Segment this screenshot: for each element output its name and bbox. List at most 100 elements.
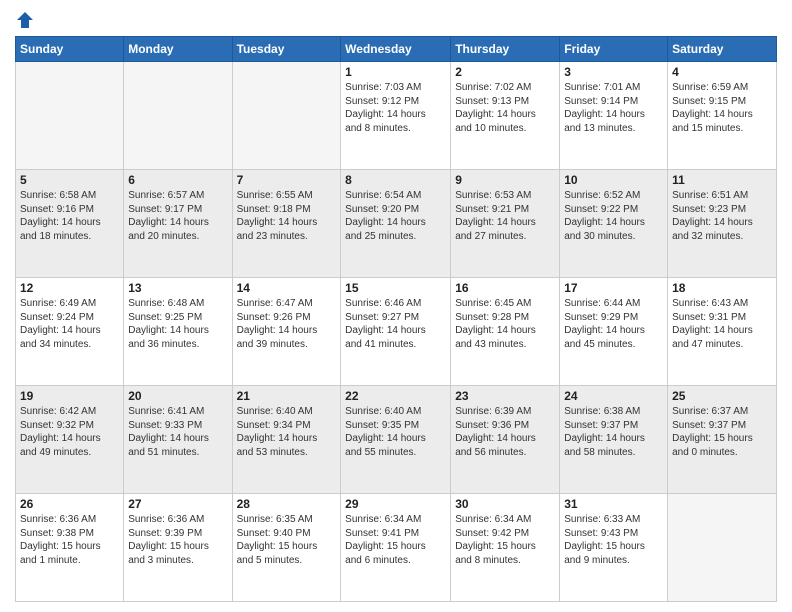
day-info: Sunrise: 6:58 AM Sunset: 9:16 PM Dayligh…	[20, 189, 119, 243]
day-info: Sunrise: 6:52 AM Sunset: 9:22 PM Dayligh…	[564, 189, 663, 243]
day-info: Sunrise: 6:46 AM Sunset: 9:27 PM Dayligh…	[345, 297, 446, 351]
calendar-cell	[232, 62, 341, 170]
day-number: 1	[345, 65, 446, 79]
calendar-week-row: 5 Sunrise: 6:58 AM Sunset: 9:16 PM Daylig…	[16, 170, 777, 278]
weekday-header: Friday	[560, 37, 668, 62]
day-number: 7	[237, 173, 337, 187]
logo-icon	[15, 10, 35, 30]
day-info: Sunrise: 6:36 AM Sunset: 9:38 PM Dayligh…	[20, 513, 119, 567]
calendar-cell: 4 Sunrise: 6:59 AM Sunset: 9:15 PM Daylig…	[668, 62, 777, 170]
day-number: 2	[455, 65, 555, 79]
day-info: Sunrise: 6:42 AM Sunset: 9:32 PM Dayligh…	[20, 405, 119, 459]
weekday-header: Monday	[124, 37, 232, 62]
calendar-cell: 28 Sunrise: 6:35 AM Sunset: 9:40 PM Dayli…	[232, 494, 341, 602]
day-info: Sunrise: 6:41 AM Sunset: 9:33 PM Dayligh…	[128, 405, 227, 459]
day-info: Sunrise: 6:35 AM Sunset: 9:40 PM Dayligh…	[237, 513, 337, 567]
day-info: Sunrise: 6:39 AM Sunset: 9:36 PM Dayligh…	[455, 405, 555, 459]
logo	[15, 10, 37, 30]
day-info: Sunrise: 6:38 AM Sunset: 9:37 PM Dayligh…	[564, 405, 663, 459]
day-info: Sunrise: 6:43 AM Sunset: 9:31 PM Dayligh…	[672, 297, 772, 351]
day-info: Sunrise: 6:33 AM Sunset: 9:43 PM Dayligh…	[564, 513, 663, 567]
calendar-cell	[16, 62, 124, 170]
calendar-cell: 11 Sunrise: 6:51 AM Sunset: 9:23 PM Dayli…	[668, 170, 777, 278]
day-info: Sunrise: 6:54 AM Sunset: 9:20 PM Dayligh…	[345, 189, 446, 243]
day-info: Sunrise: 6:48 AM Sunset: 9:25 PM Dayligh…	[128, 297, 227, 351]
day-number: 26	[20, 497, 119, 511]
calendar-cell: 30Sunrise: 6:34 AM Sunset: 9:42 PM Dayli…	[451, 494, 560, 602]
calendar-cell: 31 Sunrise: 6:33 AM Sunset: 9:43 PM Dayli…	[560, 494, 668, 602]
day-number: 12	[20, 281, 119, 295]
day-number: 10	[564, 173, 663, 187]
calendar-cell: 26 Sunrise: 6:36 AM Sunset: 9:38 PM Dayli…	[16, 494, 124, 602]
day-number: 3	[564, 65, 663, 79]
day-number: 29	[345, 497, 446, 511]
calendar-cell: 18 Sunrise: 6:43 AM Sunset: 9:31 PM Dayli…	[668, 278, 777, 386]
calendar-cell: 27 Sunrise: 6:36 AM Sunset: 9:39 PM Dayli…	[124, 494, 232, 602]
calendar-cell	[124, 62, 232, 170]
day-number: 18	[672, 281, 772, 295]
day-info: Sunrise: 6:34 AM Sunset: 9:41 PM Dayligh…	[345, 513, 446, 567]
calendar-cell: 24 Sunrise: 6:38 AM Sunset: 9:37 PM Dayli…	[560, 386, 668, 494]
header	[15, 10, 777, 30]
calendar-cell: 29 Sunrise: 6:34 AM Sunset: 9:41 PM Dayli…	[341, 494, 451, 602]
calendar-cell: 6Sunrise: 6:57 AM Sunset: 9:17 PM Daylig…	[124, 170, 232, 278]
day-number: 22	[345, 389, 446, 403]
weekday-header: Saturday	[668, 37, 777, 62]
calendar-cell	[668, 494, 777, 602]
day-info: Sunrise: 7:01 AM Sunset: 9:14 PM Dayligh…	[564, 81, 663, 135]
day-info: Sunrise: 6:44 AM Sunset: 9:29 PM Dayligh…	[564, 297, 663, 351]
day-number: 27	[128, 497, 227, 511]
day-number: 17	[564, 281, 663, 295]
day-number: 15	[345, 281, 446, 295]
day-number: 16	[455, 281, 555, 295]
calendar-table: SundayMondayTuesdayWednesdayThursdayFrid…	[15, 36, 777, 602]
day-info: Sunrise: 6:51 AM Sunset: 9:23 PM Dayligh…	[672, 189, 772, 243]
calendar-cell: 1 Sunrise: 7:03 AM Sunset: 9:12 PM Daylig…	[341, 62, 451, 170]
calendar-cell: 16Sunrise: 6:45 AM Sunset: 9:28 PM Dayli…	[451, 278, 560, 386]
day-info: Sunrise: 6:40 AM Sunset: 9:34 PM Dayligh…	[237, 405, 337, 459]
page: SundayMondayTuesdayWednesdayThursdayFrid…	[0, 0, 792, 612]
day-info: Sunrise: 6:40 AM Sunset: 9:35 PM Dayligh…	[345, 405, 446, 459]
calendar-cell: 7 Sunrise: 6:55 AM Sunset: 9:18 PM Daylig…	[232, 170, 341, 278]
day-number: 28	[237, 497, 337, 511]
day-info: Sunrise: 6:36 AM Sunset: 9:39 PM Dayligh…	[128, 513, 227, 567]
calendar-cell: 10 Sunrise: 6:52 AM Sunset: 9:22 PM Dayli…	[560, 170, 668, 278]
day-info: Sunrise: 6:34 AM Sunset: 9:42 PM Dayligh…	[455, 513, 555, 567]
day-number: 31	[564, 497, 663, 511]
weekday-header: Tuesday	[232, 37, 341, 62]
calendar-header-row: SundayMondayTuesdayWednesdayThursdayFrid…	[16, 37, 777, 62]
day-number: 4	[672, 65, 772, 79]
day-info: Sunrise: 6:55 AM Sunset: 9:18 PM Dayligh…	[237, 189, 337, 243]
day-number: 23	[455, 389, 555, 403]
calendar-cell: 22 Sunrise: 6:40 AM Sunset: 9:35 PM Dayli…	[341, 386, 451, 494]
calendar-week-row: 1 Sunrise: 7:03 AM Sunset: 9:12 PM Daylig…	[16, 62, 777, 170]
day-info: Sunrise: 6:47 AM Sunset: 9:26 PM Dayligh…	[237, 297, 337, 351]
weekday-header: Wednesday	[341, 37, 451, 62]
day-number: 8	[345, 173, 446, 187]
calendar-cell: 12Sunrise: 6:49 AM Sunset: 9:24 PM Dayli…	[16, 278, 124, 386]
calendar-cell: 21 Sunrise: 6:40 AM Sunset: 9:34 PM Dayli…	[232, 386, 341, 494]
day-number: 21	[237, 389, 337, 403]
calendar-cell: 25Sunrise: 6:37 AM Sunset: 9:37 PM Dayli…	[668, 386, 777, 494]
day-info: Sunrise: 6:57 AM Sunset: 9:17 PM Dayligh…	[128, 189, 227, 243]
calendar-cell: 2Sunrise: 7:02 AM Sunset: 9:13 PM Daylig…	[451, 62, 560, 170]
day-number: 24	[564, 389, 663, 403]
day-info: Sunrise: 6:53 AM Sunset: 9:21 PM Dayligh…	[455, 189, 555, 243]
day-number: 14	[237, 281, 337, 295]
calendar-cell: 20 Sunrise: 6:41 AM Sunset: 9:33 PM Dayli…	[124, 386, 232, 494]
day-number: 20	[128, 389, 227, 403]
day-info: Sunrise: 6:59 AM Sunset: 9:15 PM Dayligh…	[672, 81, 772, 135]
calendar-week-row: 12Sunrise: 6:49 AM Sunset: 9:24 PM Dayli…	[16, 278, 777, 386]
calendar-cell: 14 Sunrise: 6:47 AM Sunset: 9:26 PM Dayli…	[232, 278, 341, 386]
calendar-cell: 17 Sunrise: 6:44 AM Sunset: 9:29 PM Dayli…	[560, 278, 668, 386]
calendar-week-row: 19 Sunrise: 6:42 AM Sunset: 9:32 PM Dayli…	[16, 386, 777, 494]
day-number: 19	[20, 389, 119, 403]
calendar-cell: 8 Sunrise: 6:54 AM Sunset: 9:20 PM Daylig…	[341, 170, 451, 278]
day-number: 11	[672, 173, 772, 187]
calendar-cell: 19 Sunrise: 6:42 AM Sunset: 9:32 PM Dayli…	[16, 386, 124, 494]
day-number: 25	[672, 389, 772, 403]
calendar-cell: 9Sunrise: 6:53 AM Sunset: 9:21 PM Daylig…	[451, 170, 560, 278]
day-number: 5	[20, 173, 119, 187]
day-info: Sunrise: 7:03 AM Sunset: 9:12 PM Dayligh…	[345, 81, 446, 135]
calendar-cell: 5 Sunrise: 6:58 AM Sunset: 9:16 PM Daylig…	[16, 170, 124, 278]
